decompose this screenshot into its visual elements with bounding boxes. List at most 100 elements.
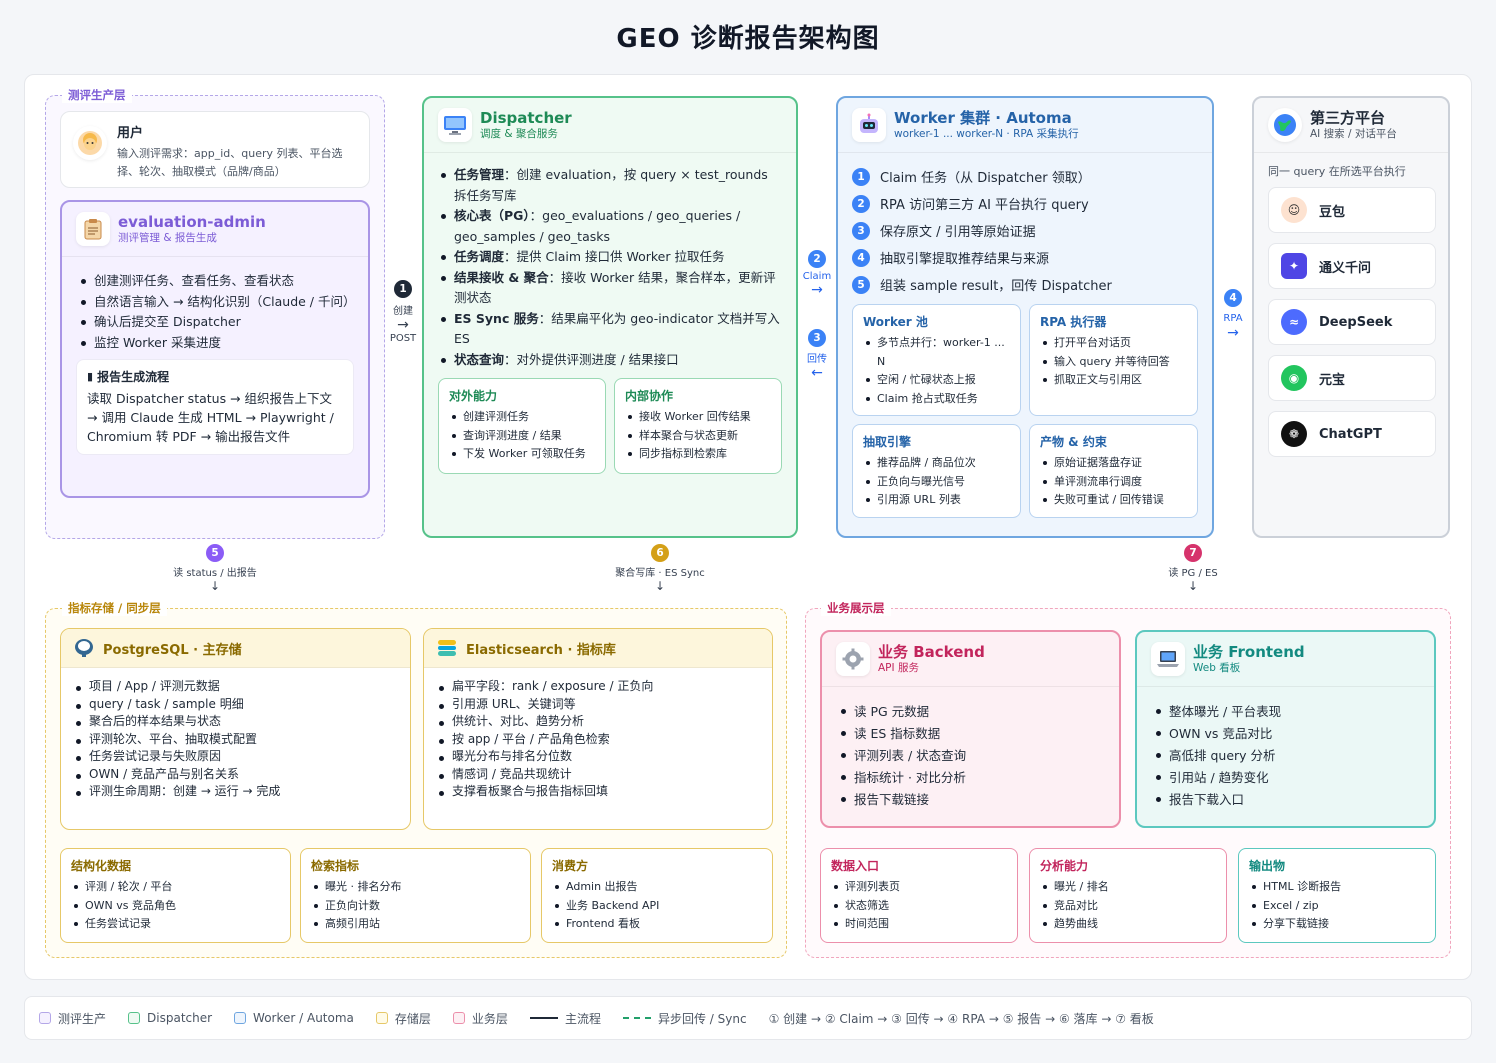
list-item: 评测轮次、平台、抽取模式配置 [73,731,398,749]
biz-data-entry-box: 数据入口 评测列表页 状态筛选 时间范围 [820,848,1018,943]
list-item: 确认后提交至 Dispatcher [78,312,352,333]
worker-steps: 1 Claim 任务（从 Dispatcher 领取） 2 RPA 访问第三方 AI… [838,153,1212,304]
list-item: 同步指标到检索库 [625,445,771,464]
arrow-down-icon: ↓ [654,579,666,593]
list-item: OWN / 竞品产品与别名关系 [73,766,398,784]
legend: 测评生产 Dispatcher Worker / Automa 存储层 业务层 … [24,996,1472,1040]
list-item: 时间范围 [831,915,1007,934]
connector-report: 5 读 status / 出报告 ↓ [150,544,280,593]
list-item: Frontend 看板 [552,915,762,934]
list-item: 引用源 URL、关键词等 [436,696,760,714]
list-item: 核心表（PG）：geo_evaluations / geo_queries / … [438,206,782,247]
zone-storage-label: 指标存储 / 同步层 [62,600,167,616]
worker-cluster-card[interactable]: Worker 集群 · Automa worker-1 ... worker-N… [836,96,1214,538]
step-number: 7 [1184,544,1202,562]
list-item: 评测列表 / 状态查询 [838,745,1103,767]
list-item: 抓取正文与引用区 [1040,371,1187,390]
backend-list: 读 PG 元数据 读 ES 指标数据 评测列表 / 状态查询 指标统计 · 对比… [822,687,1119,825]
frontend-card[interactable]: 业务 Frontend Web 看板 整体曝光 / 平台表现 OWN vs 竞品… [1135,630,1436,828]
list-item: 监控 Worker 采集进度 [78,333,352,354]
list-item: 任务调度：提供 Claim 接口供 Worker 拉取任务 [438,247,782,268]
list-item: 读 ES 指标数据 [838,723,1103,745]
evaluation-admin-card[interactable]: evaluation-admin 测评管理 & 报告生成 创建测评任务、查看任务… [60,200,370,498]
list-item: Excel / zip [1249,897,1425,916]
list-item: 多节点并行：worker-1 ... N [863,334,1010,371]
platform-chatgpt[interactable]: ❁ ChatGPT [1268,411,1436,457]
extract-engine-box: 抽取引擎 推荐品牌 / 商品位次 正负向与曝光信号 引用源 URL 列表 [852,424,1021,518]
output-constraints-box: 产物 & 约束 原始证据落盘存证 单评测流串行调度 失败可重试 / 回传错误 [1029,424,1198,518]
list-item: 整体曝光 / 平台表现 [1153,701,1418,723]
worker-step: 4 抽取引擎提取推荐结果与来源 [852,244,1198,271]
backend-subtitle: API 服务 [878,662,919,674]
list-item: 任务尝试记录 [71,915,280,934]
frontend-title: 业务 Frontend [1193,643,1305,661]
rpa-executor-box: RPA 执行器 打开平台对话页 输入 query 并等待回答 抓取正文与引用区 [1029,304,1198,416]
list-item: 高低排 query 分析 [1153,745,1418,767]
user-card[interactable]: 用户 输入测评需求：app_id、query 列表、平台选择、轮次、抽取模式（品… [60,111,370,188]
platform-tongyi[interactable]: ✦ 通义千问 [1268,243,1436,289]
page-title: GEO 诊断报告架构图 [616,24,880,54]
postgresql-card[interactable]: PostgreSQL · 主存储 项目 / App / 评测元数据 query … [60,628,411,830]
elasticsearch-card[interactable]: Elasticsearch · 指标库 扁平字段：rank / exposure… [423,628,773,830]
dispatcher-subtitle: 调度 & 聚合服务 [480,128,558,140]
step-number: 2 [808,250,826,268]
list-item: 读 PG 元数据 [838,701,1103,723]
third-party-card[interactable]: 第三方平台 AI 搜索 / 对话平台 同一 query 在所选平台执行 ☺ 豆包 … [1252,96,1450,538]
dispatcher-card[interactable]: Dispatcher 调度 & 聚合服务 任务管理：创建 evaluation，… [422,96,798,538]
third-party-note: 同一 query 在所选平台执行 [1268,165,1406,178]
frontend-subtitle: Web 看板 [1193,662,1241,674]
storage-structured-box: 结构化数据 评测 / 轮次 / 平台 OWN vs 竞品角色 任务尝试记录 [60,848,291,943]
report-flow-box: ▮ 报告生成流程 读取 Dispatcher status → 组织报告上下文 … [76,359,354,455]
step-number: 5 [206,544,224,562]
backend-card[interactable]: 业务 Backend API 服务 读 PG 元数据 读 ES 指标数据 评测列… [820,630,1121,828]
admin-title: evaluation-admin [118,213,266,231]
list-item: 曝光分布与排名分位数 [436,748,760,766]
connector-rpa: 4 RPA → [1216,289,1250,342]
step-number: 6 [651,544,669,562]
step-number: 1 [394,280,412,298]
external-capability-box: 对外能力 创建评测任务 查询评测进度 / 结果 下发 Worker 可领取任务 [438,378,606,474]
elasticsearch-list: 扁平字段：rank / exposure / 正负向 引用源 URL、关键词等 … [424,668,772,811]
doubao-icon: ☺ [1281,197,1307,223]
list-item: 业务 Backend API [552,897,762,916]
platform-yuanbao[interactable]: ◉ 元宝 [1268,355,1436,401]
list-item: 评测列表页 [831,878,1007,897]
report-flow-title: 报告生成流程 [97,370,170,384]
step-number: 3 [808,329,826,347]
legend-item: Dispatcher [128,1011,212,1025]
zone-eval-label: 测评生产层 [62,87,132,103]
list-item: 报告下载入口 [1153,789,1418,811]
list-item: 创建测评任务、查看任务、查看状态 [78,271,352,292]
connector-label: 聚合写库 · ES Sync [615,568,705,579]
list-item: OWN vs 竞品角色 [71,897,280,916]
list-item: 趋势曲线 [1040,915,1216,934]
list-item: 状态筛选 [831,897,1007,916]
tongyi-icon: ✦ [1281,253,1307,279]
external-capability-title: 对外能力 [449,389,498,403]
connector-label: RPA [1223,313,1243,324]
list-item: 查询评测进度 / 结果 [449,427,595,446]
platform-doubao[interactable]: ☺ 豆包 [1268,187,1436,233]
elasticsearch-icon [436,637,458,659]
connector-sync: 6 聚合写库 · ES Sync ↓ [590,544,730,593]
list-item: 输入 query 并等待回答 [1040,353,1187,372]
laptop-icon [1151,642,1185,676]
dispatcher-list: 任务管理：创建 evaluation，按 query × test_rounds… [424,153,796,378]
list-item: 分享下载链接 [1249,915,1425,934]
list-item: 状态查询：对外提供评测进度 / 结果接口 [438,350,782,371]
third-party-subtitle: AI 搜索 / 对话平台 [1310,128,1397,140]
list-item: 创建评测任务 [449,408,595,427]
list-item: 正负向与曝光信号 [863,473,1010,492]
list-item: 聚合后的样本结果与状态 [73,713,398,731]
monitor-icon [438,108,472,142]
list-item: 任务尝试记录与失败原因 [73,748,398,766]
arrow-down-icon: ↓ [209,579,221,593]
arrow-right-icon: → [1227,325,1239,341]
list-item: query / task / sample 明细 [73,696,398,714]
list-item: 高频引用站 [311,915,520,934]
platform-deepseek[interactable]: ≈ DeepSeek [1268,299,1436,345]
list-item: 引用站 / 趋势变化 [1153,767,1418,789]
gear-icon [836,642,870,676]
robot-icon [852,108,886,142]
list-item: OWN vs 竞品对比 [1153,723,1418,745]
